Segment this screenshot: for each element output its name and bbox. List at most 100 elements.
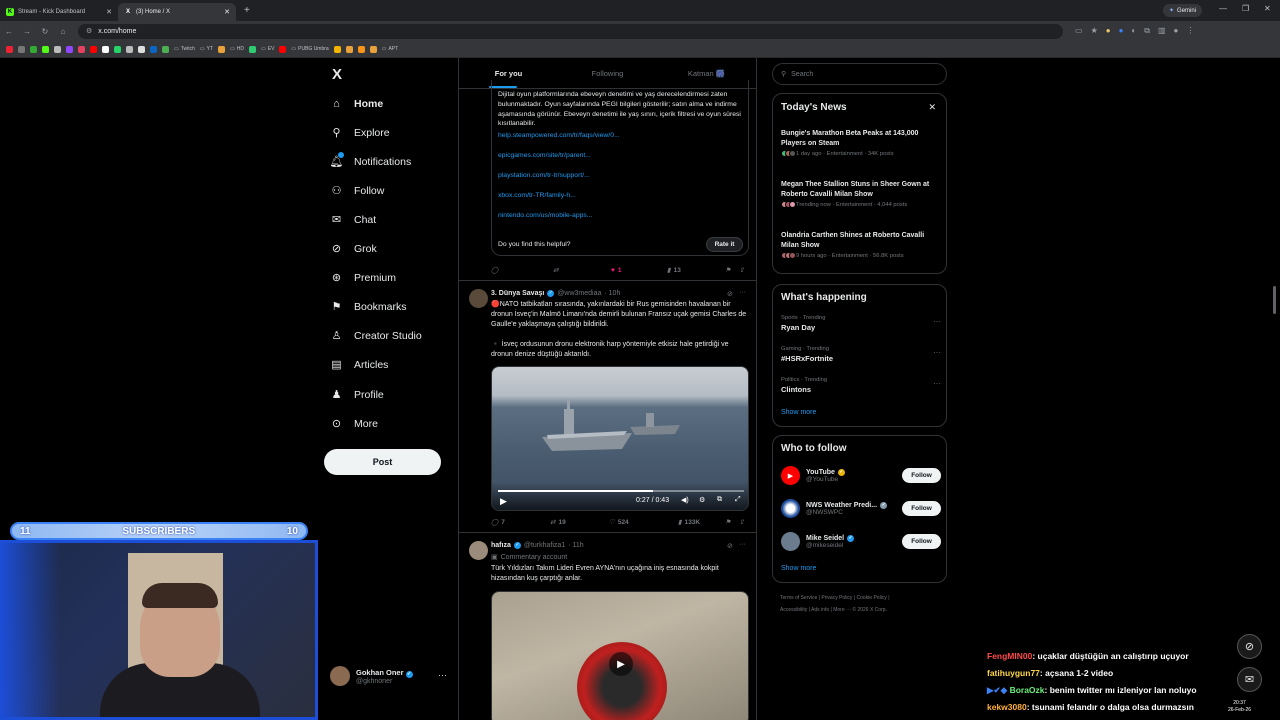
extension-icon[interactable]: ◐ xyxy=(1131,26,1136,36)
reply-button[interactable]: ◯ xyxy=(491,266,553,274)
minimize-icon[interactable]: — xyxy=(1219,4,1227,13)
restore-icon[interactable]: ❐ xyxy=(1242,4,1249,13)
x-logo-icon[interactable]: X xyxy=(332,66,342,83)
play-icon[interactable]: ▶ xyxy=(500,496,507,507)
bookmark-item[interactable] xyxy=(102,45,109,53)
bookmark-button[interactable]: ⚑ xyxy=(725,266,739,274)
bookmark-folder-pubg[interactable]: ▭ PUBG Umbra xyxy=(291,46,328,52)
bookmark-item[interactable] xyxy=(218,45,226,53)
post-time[interactable]: · 11h xyxy=(568,542,583,549)
close-tab-icon[interactable]: ✕ xyxy=(106,8,112,16)
follow-suggestion[interactable]: NWS Weather Predi... ✓ @NWSWPC Follow xyxy=(781,499,941,518)
footer-link[interactable]: Cookie Policy xyxy=(857,595,887,601)
sidepanel-icon[interactable]: ▥ xyxy=(1158,26,1166,36)
note-link[interactable]: epicgames.com/site/tr/parent... xyxy=(498,152,591,159)
menu-icon[interactable]: ⋮ xyxy=(1186,26,1194,36)
tab-x-home[interactable]: X (3) Home / X ✕ xyxy=(118,3,236,21)
note-link[interactable]: help.steampowered.com/tr/faqs/view/0... xyxy=(498,132,620,139)
avatar[interactable] xyxy=(469,289,488,308)
follow-suggestion[interactable]: Mike Seidel ✓ @mikeseidel Follow xyxy=(781,532,941,551)
bookmark-item[interactable] xyxy=(279,45,287,53)
trend-item[interactable]: Politics · Trending Clintons ··· xyxy=(781,377,941,394)
trend-item[interactable]: Gaming · Trending #HSRxFortnite ··· xyxy=(781,346,941,363)
footer-link[interactable]: Privacy Policy xyxy=(821,595,852,601)
bookmark-item[interactable] xyxy=(54,45,61,53)
gemini-button[interactable]: ✦ Gemini xyxy=(1163,4,1203,17)
bookmark-item[interactable] xyxy=(369,45,377,53)
bookmark-item[interactable] xyxy=(249,45,256,53)
more-dots-icon[interactable]: ··· xyxy=(739,289,746,296)
more-dots-icon[interactable]: ··· xyxy=(933,379,941,388)
settings-icon[interactable]: ⚙ xyxy=(699,496,705,504)
repost-button[interactable]: ⇄ 19 xyxy=(550,518,609,527)
video-player[interactable]: ▶ 0:27 / 0:43 ◀) ⚙ ⧉ ⤢ xyxy=(491,366,749,511)
sidebar-item-explore[interactable]: ⚲ Explore xyxy=(330,126,389,140)
sidebar-item-articles[interactable]: ▤ Articles xyxy=(330,358,388,372)
extension-icon[interactable]: ● xyxy=(1106,26,1111,36)
bookmark-item[interactable] xyxy=(6,45,13,53)
cast-icon[interactable]: ▭ xyxy=(1075,26,1083,36)
bookmark-item[interactable] xyxy=(18,45,25,53)
close-icon[interactable]: ✕ xyxy=(928,102,936,113)
like-button[interactable]: ♡ 524 xyxy=(609,518,678,527)
sidebar-item-premium[interactable]: ⊛ Premium xyxy=(330,271,396,285)
bookmark-item[interactable] xyxy=(126,45,133,53)
bookmark-item[interactable] xyxy=(30,45,37,53)
bookmark-item[interactable] xyxy=(78,45,85,53)
bookmark-item[interactable] xyxy=(150,45,157,53)
url-input[interactable]: ⚙ x.com/home xyxy=(78,23,1063,39)
more-dots-icon[interactable]: ··· xyxy=(438,670,447,680)
sidebar-item-chat[interactable]: ✉ Chat xyxy=(330,213,376,227)
repost-button[interactable]: ⇄ xyxy=(553,266,611,274)
tab-kick-dashboard[interactable]: K Stream - Kick Dashboard ✕ xyxy=(0,3,118,21)
sidebar-item-follow[interactable]: ⚇ Follow xyxy=(330,184,385,198)
sidebar-item-creator-studio[interactable]: ♙ Creator Studio xyxy=(330,329,422,343)
author-handle[interactable]: @turkhafiza1 xyxy=(524,542,565,549)
site-info-icon[interactable]: ⚙ xyxy=(86,27,92,35)
sidebar-item-grok[interactable]: ⊘ Grok xyxy=(330,242,377,256)
share-button[interactable]: ⇪ xyxy=(739,518,744,526)
note-link[interactable]: nintendo.com/us/mobile-apps... xyxy=(498,212,592,219)
follow-button[interactable]: Follow xyxy=(902,468,941,483)
bookmark-folder-yt[interactable]: ▭ YT xyxy=(200,46,213,52)
follow-suggestion[interactable]: ▶ YouTube ✓ @YouTube Follow xyxy=(781,466,941,485)
bookmark-item[interactable] xyxy=(66,45,73,53)
news-item[interactable]: Olandria Carthen Shines at Roberto Caval… xyxy=(781,231,941,259)
back-icon[interactable]: ← xyxy=(0,27,18,36)
home-page-icon[interactable]: ⌂ xyxy=(54,27,72,36)
scrollbar-thumb[interactable] xyxy=(1273,286,1276,314)
volume-icon[interactable]: ◀) xyxy=(681,496,689,504)
play-icon[interactable]: ▶ xyxy=(609,652,633,676)
bookmark-item[interactable] xyxy=(345,45,353,53)
footer-link[interactable]: More ··· xyxy=(833,607,851,613)
new-tab-icon[interactable]: + xyxy=(244,5,250,16)
bookmark-button[interactable]: ⚑ xyxy=(725,518,739,526)
author-handle[interactable]: @ww3mediaa xyxy=(557,290,601,297)
forward-icon[interactable]: → xyxy=(18,27,36,36)
more-dots-icon[interactable]: ··· xyxy=(739,541,746,548)
post-button[interactable]: Post xyxy=(324,449,441,475)
bookmark-item[interactable] xyxy=(138,45,145,53)
video-player[interactable]: ▶ xyxy=(491,591,749,720)
extensions-puzzle-icon[interactable]: ⧉ xyxy=(1144,26,1150,36)
bookmark-folder-hd[interactable]: ▭ HD xyxy=(230,46,244,52)
pip-icon[interactable]: ⧉ xyxy=(717,496,722,504)
bookmark-item[interactable] xyxy=(42,45,49,53)
grok-post-icon[interactable]: ⊘ xyxy=(727,290,733,298)
footer-link[interactable]: Terms of Service xyxy=(780,595,817,601)
bookmark-star-icon[interactable]: ★ xyxy=(1091,26,1098,36)
account-switcher[interactable]: Gokhan Oner ✓ @gkhnoner ··· xyxy=(330,666,447,686)
follow-button[interactable]: Follow xyxy=(902,501,941,516)
search-input[interactable]: ⚲ Search xyxy=(772,63,947,85)
bookmark-item[interactable] xyxy=(90,45,97,53)
like-button[interactable]: ♥ 1 xyxy=(611,267,667,274)
fullscreen-icon[interactable]: ⤢ xyxy=(735,496,741,504)
close-window-icon[interactable]: ✕ xyxy=(1264,4,1271,13)
bookmark-folder-apt[interactable]: ▭ APT xyxy=(382,46,398,52)
sidebar-item-bookmarks[interactable]: ⚑ Bookmarks xyxy=(330,300,407,314)
more-dots-icon[interactable]: ··· xyxy=(933,317,941,326)
rate-it-button[interactable]: Rate it xyxy=(706,237,743,252)
profile-icon[interactable]: ● xyxy=(1174,26,1179,36)
share-button[interactable]: ⇪ xyxy=(739,266,744,274)
views-button[interactable]: ▮ 13 xyxy=(667,266,725,275)
